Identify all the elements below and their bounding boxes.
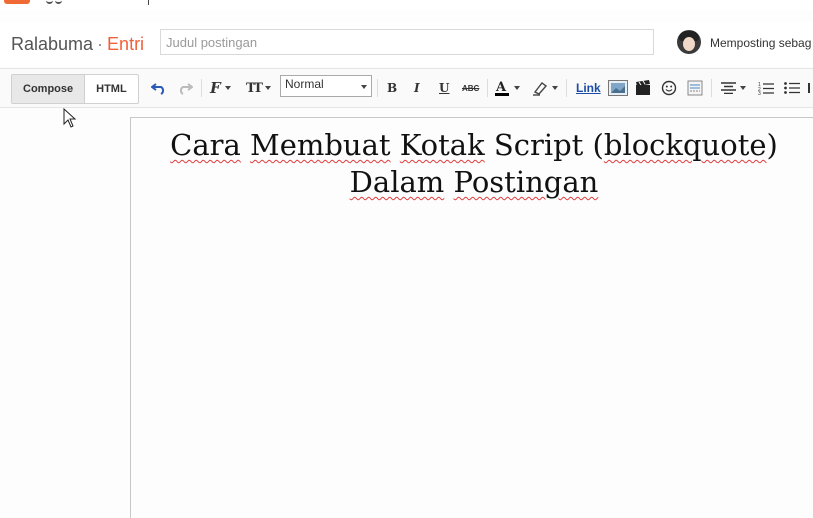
chevron-down-icon [361,85,367,89]
chevron-down-icon [224,86,231,90]
alignment-button[interactable] [721,78,746,98]
emoji-icon [661,80,677,96]
numbered-list-icon: 123 [758,82,774,95]
chevron-down-icon [740,86,746,90]
undo-icon[interactable] [151,78,167,98]
font-size-button[interactable]: TT [246,78,271,98]
heading-word: Cara [170,128,241,162]
heading-word: blockquote [603,128,767,162]
image-icon [608,80,628,96]
align-icon [721,82,736,94]
editor-toolbar: Compose HTML F TT Normal B I U ABC A Lin… [0,68,813,108]
highlight-button[interactable] [532,78,558,98]
chevron-down-icon [552,86,558,90]
blog-name[interactable]: Ralabuma [11,34,93,54]
font-size-icon: TT [246,80,263,96]
post-heading[interactable]: Cara Membuat Kotak Script (blockquote) D… [131,127,813,201]
bold-button[interactable]: B [387,78,397,98]
chevron-down-icon [514,86,520,90]
text-color-icon: A [495,80,509,96]
format-select-value: Normal [285,77,324,91]
html-button[interactable]: HTML [85,75,138,103]
font-family-button[interactable]: F [210,78,231,98]
insert-video-button[interactable] [635,78,651,98]
heading-word: Script ( [484,128,604,162]
toolbar-divider [487,79,488,97]
numbered-list-button[interactable]: 123 [758,78,774,98]
chevron-down-icon [264,86,271,90]
svg-text:A: A [495,80,507,95]
italic-button[interactable]: I [414,78,420,98]
jump-break-icon [687,80,703,96]
emoji-button[interactable] [661,78,677,98]
video-icon [636,80,650,95]
redo-icon[interactable] [177,78,193,98]
post-title-input[interactable] [160,29,654,55]
strikethrough-button[interactable]: ABC [462,78,479,98]
font-icon: F [210,79,221,97]
text-color-button[interactable]: A [494,78,520,98]
post-heading-line-1: Cara Membuat Kotak Script (blockquote) [131,127,813,164]
link-button[interactable]: Link [576,78,601,98]
toolbar-divider [566,79,567,97]
heading-word: ) [766,128,778,162]
blogger-wordmark [46,0,96,4]
heading-space [391,128,400,162]
toolbar-divider [711,79,712,97]
jump-break-button[interactable] [687,78,703,98]
breadcrumb-separator: · [97,34,104,54]
post-body-editor[interactable]: Cara Membuat Kotak Script (blockquote) D… [130,117,813,518]
more-options-icon[interactable] [807,78,813,98]
bullet-list-icon [784,82,800,94]
paragraph-format-select[interactable]: Normal [280,75,372,97]
heading-space [444,165,453,199]
editor-mode-toggle: Compose HTML [11,74,139,104]
compose-button[interactable]: Compose [12,75,86,103]
highlight-icon [533,82,548,96]
heading-word: Membuat [250,128,391,162]
section-label: Entri [107,34,145,54]
blogger-top-strip [0,0,813,10]
svg-text:3: 3 [758,91,761,95]
header-divider [148,0,149,5]
heading-word: Postingan [453,165,599,199]
post-heading-line-2: Dalam Postingan [131,164,813,201]
blog-breadcrumb: Ralabuma · Entri [11,34,144,55]
heading-word: Kotak [399,128,485,162]
underline-button[interactable]: U [439,78,449,98]
mouse-pointer-icon [63,108,77,128]
heading-space [241,128,250,162]
blogger-logo-icon[interactable] [4,0,30,4]
post-header: Ralabuma·Entri Memposting sebag [0,22,813,67]
heading-word: Dalam [349,165,445,199]
posting-as-label[interactable]: Memposting sebag [710,36,811,50]
insert-image-button[interactable] [608,78,628,98]
toolbar-divider [201,79,202,97]
avatar[interactable] [677,30,701,54]
bullet-list-button[interactable] [784,78,800,98]
toolbar-divider [377,79,378,97]
